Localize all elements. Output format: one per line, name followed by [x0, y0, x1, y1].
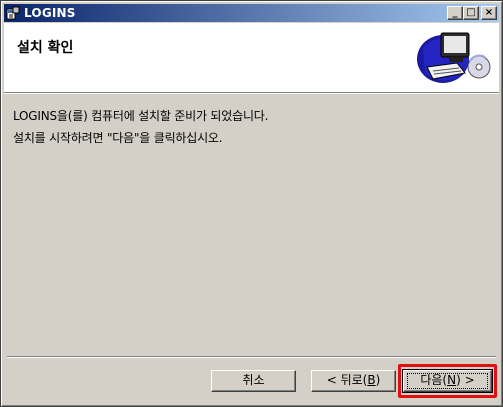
footer-divider	[7, 356, 496, 358]
computer-with-cd-icon	[413, 27, 493, 89]
next-button-highlight	[398, 364, 497, 398]
page-title: 설치 확인	[17, 40, 74, 56]
title-bar[interactable]: LOGINS _ □ ×	[4, 4, 499, 22]
wizard-header: 설치 확인	[4, 23, 499, 92]
title-bar-buttons: _ □ ×	[447, 6, 497, 20]
installer-app-icon	[6, 6, 20, 20]
cancel-button[interactable]: 취소	[211, 370, 296, 392]
back-button[interactable]: < 뒤로(B)	[311, 370, 396, 392]
instruction-message: 설치를 시작하려면 "다음"을 클릭하십시오.	[13, 131, 223, 145]
cancel-button-label: 취소	[242, 373, 265, 387]
maximize-button[interactable]: □	[463, 6, 479, 20]
minimize-button[interactable]: _	[447, 6, 463, 20]
ready-message: LOGINS을(를) 컴퓨터에 설치할 준비가 되었습니다.	[13, 109, 269, 123]
window-title: LOGINS	[24, 6, 76, 20]
installer-window: LOGINS _ □ × 설치 확인 LOGINS을(를) 컴퓨터에 설치할 준…	[0, 0, 503, 407]
header-divider	[4, 92, 499, 94]
close-button[interactable]: ×	[481, 6, 497, 20]
back-button-label: < 뒤로(B)	[326, 373, 381, 387]
